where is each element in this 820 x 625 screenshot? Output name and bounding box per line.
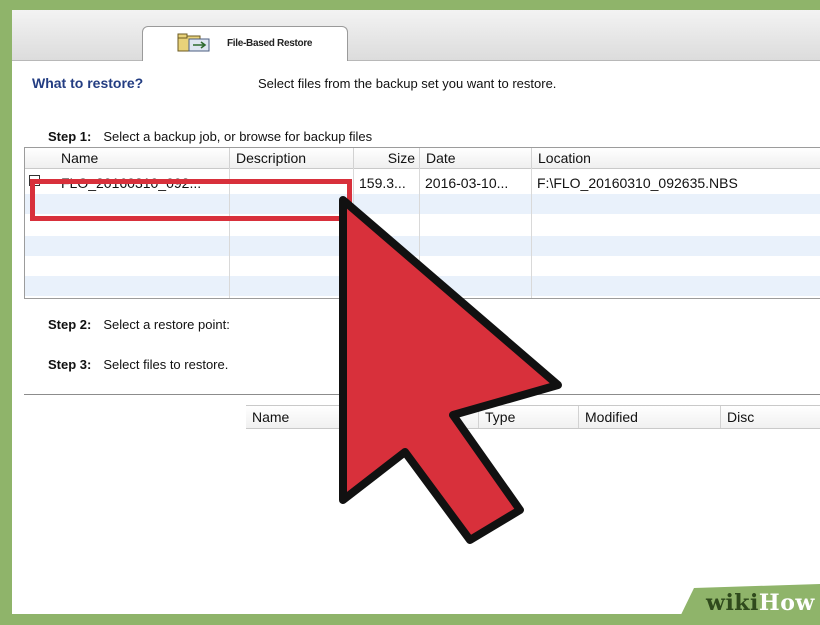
- column-divider: [531, 168, 532, 298]
- highlight-box: [30, 179, 352, 221]
- cell-date: 2016-03-10...: [425, 175, 509, 191]
- table-header: Name Description Size Date Location: [25, 148, 820, 169]
- page-title: What to restore?: [32, 75, 144, 91]
- step-2: Step 2: Select a restore point:: [48, 317, 230, 332]
- column-divider: [353, 168, 354, 298]
- watermark-wiki: wiki: [706, 590, 759, 616]
- step-3-number: Step 3:: [48, 357, 92, 372]
- tab-file-based-restore[interactable]: File-Based Restore: [142, 26, 348, 61]
- step-2-text: Select a restore point:: [103, 317, 230, 332]
- restore-folder-icon: [177, 33, 210, 52]
- column-header-size[interactable]: Size: [353, 148, 419, 168]
- tab-label: File-Based Restore: [227, 38, 313, 49]
- column-header-location[interactable]: Location: [531, 148, 820, 168]
- file-column-type[interactable]: Type: [478, 406, 578, 428]
- column-header-date[interactable]: Date: [419, 148, 531, 168]
- column-header-description[interactable]: Description: [229, 148, 353, 168]
- cell-location: F:\FLO_20160310_092635.NBS: [537, 175, 738, 191]
- column-header-name[interactable]: Name: [55, 148, 229, 168]
- column-divider: [419, 168, 420, 298]
- watermark-how: How: [758, 590, 815, 616]
- file-list-header: Name Type Modified Disc: [246, 405, 820, 429]
- cell-size: 159.3...: [359, 175, 406, 191]
- step-2-number: Step 2:: [48, 317, 92, 332]
- wikihow-watermark: wikiHow: [676, 580, 820, 625]
- file-column-name[interactable]: Name: [246, 406, 478, 428]
- step-3-text: Select files to restore.: [103, 357, 229, 372]
- empty-row: [25, 236, 820, 256]
- step-3: Step 3: Select files to restore.: [48, 357, 228, 372]
- empty-row: [25, 276, 820, 296]
- watermark-text: wikiHow: [706, 590, 815, 616]
- file-column-modified[interactable]: Modified: [578, 406, 720, 428]
- tab-strip: File-Based Restore: [12, 10, 820, 61]
- backup-jobs-table[interactable]: Name Description Size Date Location FLO_…: [24, 147, 820, 299]
- restore-window: File-Based Restore What to restore? Sele…: [12, 10, 820, 614]
- folder-tree-pane[interactable]: [24, 395, 247, 614]
- step-1-number: Step 1:: [48, 129, 92, 144]
- step-1-text: Select a backup job, or browse for backu…: [103, 129, 373, 144]
- restore-panel: What to restore? Select files from the b…: [12, 61, 820, 614]
- instruction-text: Select files from the backup set you wan…: [258, 76, 557, 91]
- step-1: Step 1: Select a backup job, or browse fo…: [48, 129, 372, 144]
- file-column-disc[interactable]: Disc: [720, 406, 820, 428]
